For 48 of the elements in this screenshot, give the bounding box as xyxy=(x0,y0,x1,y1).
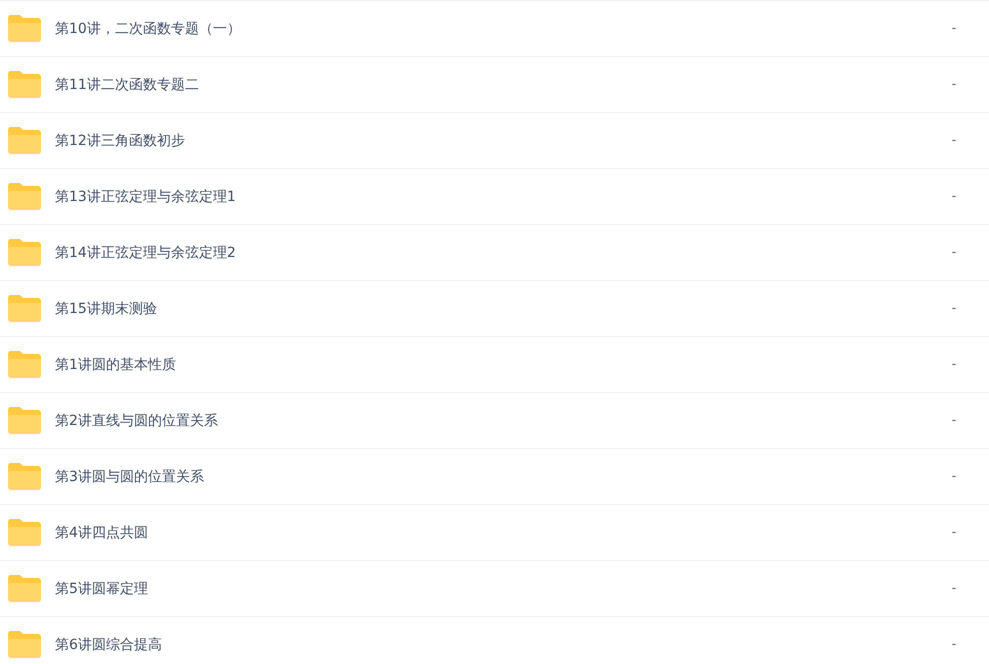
folder-row[interactable]: 第10讲，二次函数专题（一） - xyxy=(0,0,989,56)
folder-name: 第6讲圆综合提高 xyxy=(55,636,163,654)
folder-icon xyxy=(8,71,41,98)
folder-row[interactable]: 第12讲三角函数初步 - xyxy=(0,112,989,168)
folder-name: 第13讲正弦定理与余弦定理1 xyxy=(55,188,237,206)
folder-icon xyxy=(8,463,41,490)
folder-name: 第15讲期末测验 xyxy=(55,300,158,318)
folder-row[interactable]: 第3讲圆与圆的位置关系 - xyxy=(0,448,989,504)
folder-size: - xyxy=(950,637,958,652)
folder-icon xyxy=(8,15,41,42)
folder-size: - xyxy=(950,581,958,596)
folder-name: 第4讲四点共圆 xyxy=(55,524,149,542)
folder-row[interactable]: 第6讲圆综合提高 - xyxy=(0,616,989,664)
folder-size: - xyxy=(950,245,958,260)
folder-name: 第14讲正弦定理与余弦定理2 xyxy=(55,244,237,262)
folder-icon xyxy=(8,295,41,322)
folder-icon xyxy=(8,239,41,266)
folder-name: 第10讲，二次函数专题（一） xyxy=(55,20,242,38)
folder-row[interactable]: 第5讲圆幂定理 - xyxy=(0,560,989,616)
folder-row[interactable]: 第14讲正弦定理与余弦定理2 - xyxy=(0,224,989,280)
folder-size: - xyxy=(950,469,958,484)
folder-size: - xyxy=(950,357,958,372)
folder-row[interactable]: 第15讲期末测验 - xyxy=(0,280,989,336)
folder-size: - xyxy=(950,413,958,428)
folder-row[interactable]: 第4讲四点共圆 - xyxy=(0,504,989,560)
folder-size: - xyxy=(950,525,958,540)
folder-icon xyxy=(8,519,41,546)
folder-icon xyxy=(8,183,41,210)
folder-row[interactable]: 第13讲正弦定理与余弦定理1 - xyxy=(0,168,989,224)
folder-icon xyxy=(8,351,41,378)
folder-row[interactable]: 第1讲圆的基本性质 - xyxy=(0,336,989,392)
folder-icon xyxy=(8,631,41,658)
folder-size: - xyxy=(950,133,958,148)
folder-size: - xyxy=(950,189,958,204)
folder-name: 第11讲二次函数专题二 xyxy=(55,76,200,94)
folder-size: - xyxy=(950,77,958,92)
folder-name: 第12讲三角函数初步 xyxy=(55,132,186,150)
folder-name: 第5讲圆幂定理 xyxy=(55,580,149,598)
folder-size: - xyxy=(950,21,958,36)
folder-row[interactable]: 第2讲直线与圆的位置关系 - xyxy=(0,392,989,448)
folder-icon xyxy=(8,575,41,602)
folder-name: 第3讲圆与圆的位置关系 xyxy=(55,468,205,486)
folder-icon xyxy=(8,127,41,154)
folder-row[interactable]: 第11讲二次函数专题二 - xyxy=(0,56,989,112)
folder-name: 第1讲圆的基本性质 xyxy=(55,356,177,374)
folder-name: 第2讲直线与圆的位置关系 xyxy=(55,412,219,430)
folder-size: - xyxy=(950,301,958,316)
folder-icon xyxy=(8,407,41,434)
